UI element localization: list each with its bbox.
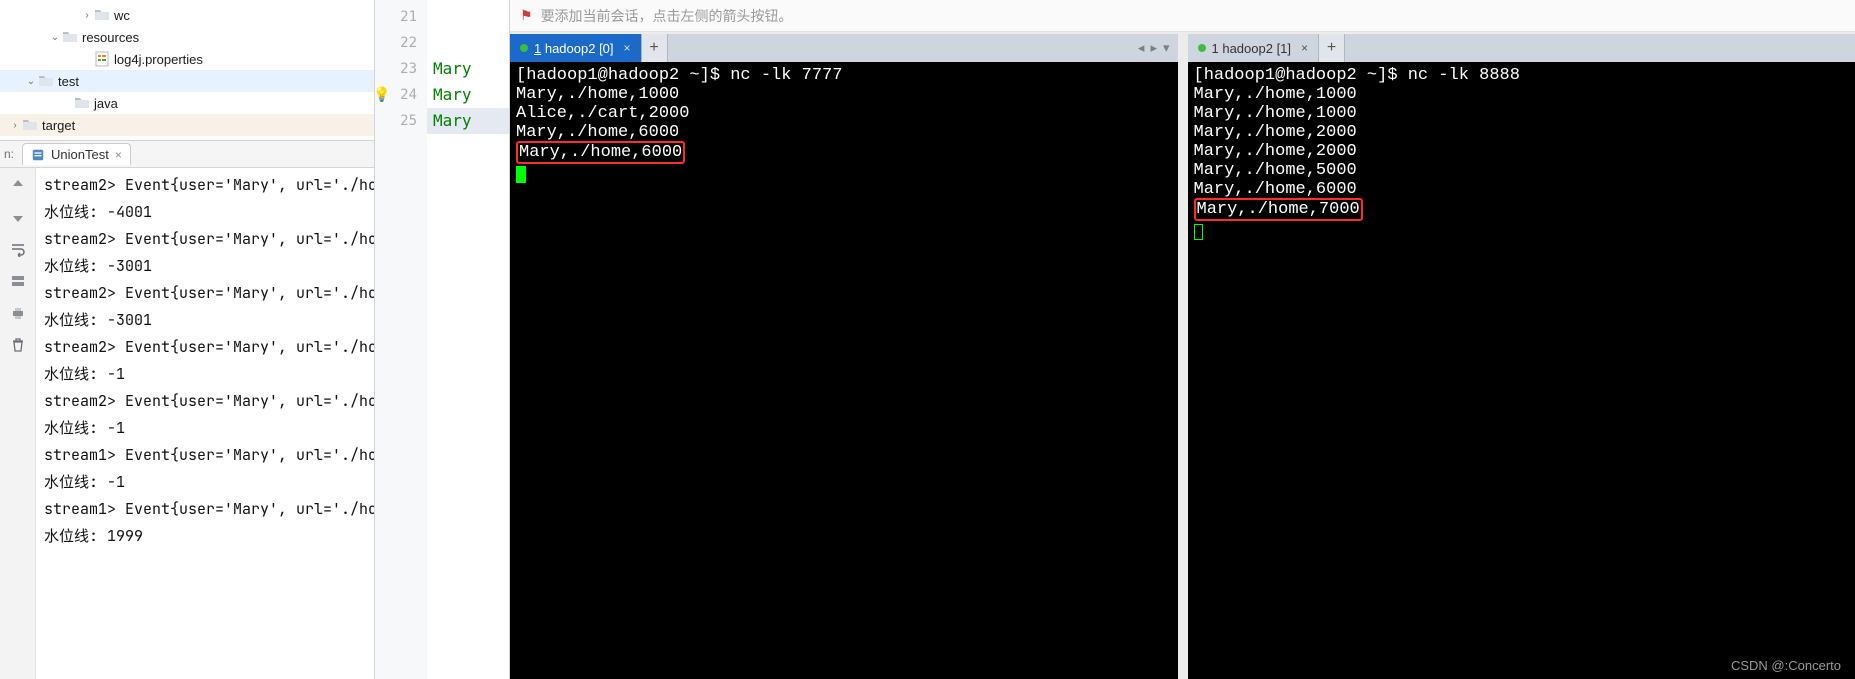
wrap-icon[interactable] <box>7 238 29 260</box>
tree-item-label: wc <box>114 8 130 23</box>
terminal-line: Mary,./home,5000 <box>1194 161 1850 180</box>
terminal-line: Mary,./home,2000 <box>1194 123 1850 142</box>
editor-text-sliver[interactable]: MaryMaryMary <box>427 0 509 679</box>
terminal-line: Mary,./home,1000 <box>516 85 1172 104</box>
tree-item-label: java <box>94 96 118 111</box>
terminal-pane: 1 hadoop2 [1]×+[hadoop1@hadoop2 ~]$ nc -… <box>1188 34 1855 679</box>
terminal-area: ⚑ 要添加当前会话，点击左侧的箭头按钮。 1 hadoop2 [0] × + ◂ ▸ ▾ [… <box>510 0 1855 679</box>
folder-icon <box>62 29 78 45</box>
terminal-tab-label: 1 hadoop2 [1] <box>1212 41 1292 56</box>
terminal-body[interactable]: [hadoop1@hadoop2 ~]$ nc -lk 8888Mary,./h… <box>1188 62 1855 679</box>
terminal-line: [hadoop1@hadoop2 ~]$ nc -lk 8888 <box>1194 66 1850 85</box>
terminal-pane: 1 hadoop2 [0] × + ◂ ▸ ▾ [hadoop1@hadoop2 ~]$ n… <box>510 34 1178 679</box>
properties-file-icon <box>94 51 110 67</box>
chevron-left-icon[interactable]: ◂ <box>1138 40 1145 56</box>
tree-item[interactable]: java <box>0 92 374 114</box>
tab-nav: ◂ ▸ ▾ <box>1130 34 1178 62</box>
chevron-right-icon[interactable]: ▸ <box>1150 40 1157 56</box>
terminal-line: Mary,./home,6000 <box>516 123 1172 142</box>
folder-icon <box>94 7 110 23</box>
tree-item-label: resources <box>82 30 139 45</box>
terminal-cursor-icon <box>1194 224 1203 240</box>
close-icon[interactable]: × <box>1301 41 1308 55</box>
gutter-line: 24💡 <box>375 82 417 108</box>
console-output[interactable]: stream2> Event{user='Mary', url='./home'… <box>36 168 374 679</box>
ide-left-panel: › wc ⌄ resources log4j.properties ⌄ test java › t… <box>0 0 375 679</box>
run-tab-strip: n: UnionTest × <box>0 140 374 168</box>
terminal-tab[interactable]: 1 hadoop2 [0] × <box>510 34 642 62</box>
project-tree[interactable]: › wc ⌄ resources log4j.properties ⌄ test java › t… <box>0 0 374 140</box>
terminal-line: Alice,./cart,2000 <box>516 104 1172 123</box>
terminal-line: Mary,./home,2000 <box>1194 142 1850 161</box>
tree-item[interactable]: › wc <box>0 4 374 26</box>
terminal-line-highlight: Mary,./home,6000 <box>516 142 1172 164</box>
terminal-line: Mary,./home,1000 <box>1194 104 1850 123</box>
terminal-line: [hadoop1@hadoop2 ~]$ nc -lk 7777 <box>516 66 1172 85</box>
tree-item-label: target <box>42 118 75 133</box>
tree-item-label: test <box>58 74 79 89</box>
lightbulb-icon[interactable]: 💡 <box>373 82 390 108</box>
run-tab-label: UnionTest <box>51 147 109 162</box>
gutter-line: 23 <box>375 56 417 82</box>
tree-twisty-icon[interactable]: ⌄ <box>24 76 38 87</box>
tree-twisty-icon[interactable]: ⌄ <box>48 32 62 43</box>
run-config-icon <box>31 148 45 162</box>
editor-line[interactable]: Mary <box>427 56 509 82</box>
print-icon[interactable] <box>7 302 29 324</box>
chevron-down-icon[interactable]: ▾ <box>1163 40 1170 56</box>
new-tab-button[interactable]: + <box>1319 34 1345 62</box>
terminal-body[interactable]: [hadoop1@hadoop2 ~]$ nc -lk 7777Mary,./h… <box>510 62 1178 679</box>
editor-line[interactable]: Mary <box>427 108 509 134</box>
terminal-tab-bar: 1 hadoop2 [0] × + ◂ ▸ ▾ <box>510 34 1178 62</box>
tree-item[interactable]: › target <box>0 114 374 136</box>
terminal-cursor-line <box>516 164 1172 183</box>
terminal-line-highlight: Mary,./home,7000 <box>1194 199 1850 221</box>
close-icon[interactable]: × <box>115 148 122 162</box>
editor-sliver: 21222324💡25 MaryMaryMary <box>375 0 510 679</box>
hint-bar: ⚑ 要添加当前会话，点击左侧的箭头按钮。 <box>510 0 1855 32</box>
folder-icon <box>74 95 90 111</box>
folder-icon <box>22 117 38 133</box>
gutter-line: 25 <box>375 108 417 134</box>
arrow-up-icon[interactable] <box>7 174 29 196</box>
status-dot-icon <box>520 44 528 52</box>
gutter-line: 21 <box>375 4 417 30</box>
folder-icon <box>38 73 54 89</box>
tree-twisty-icon[interactable]: › <box>80 10 94 21</box>
tree-twisty-icon[interactable]: › <box>8 120 22 131</box>
tree-item[interactable]: ⌄ test <box>0 70 374 92</box>
trash-icon[interactable] <box>7 334 29 356</box>
terminal-row: 1 hadoop2 [0] × + ◂ ▸ ▾ [hadoop1@hadoop2 ~]$ n… <box>510 32 1855 679</box>
close-icon[interactable]: × <box>624 41 631 55</box>
run-tab[interactable]: UnionTest × <box>22 143 131 165</box>
terminal-tab[interactable]: 1 hadoop2 [1] × <box>1188 34 1320 62</box>
hint-text: 要添加当前会话，点击左侧的箭头按钮。 <box>541 6 793 26</box>
terminal-line: Mary,./home,6000 <box>1194 180 1850 199</box>
tree-item[interactable]: log4j.properties <box>0 48 374 70</box>
terminal-tab-bar: 1 hadoop2 [1] × + <box>1188 34 1855 62</box>
editor-line[interactable]: Mary <box>427 82 509 108</box>
layout-icon[interactable] <box>7 270 29 292</box>
run-prefix: n: <box>4 147 14 161</box>
editor-gutter: 21222324💡25 <box>375 0 427 679</box>
terminal-cursor-line <box>1194 221 1850 240</box>
console-wrap: stream2> Event{user='Mary', url='./home'… <box>0 168 374 679</box>
console-toolbar <box>0 168 36 679</box>
tree-item[interactable]: ⌄ resources <box>0 26 374 48</box>
gutter-line: 22 <box>375 30 417 56</box>
terminal-tab-label: 1 hadoop2 [0] <box>534 41 614 56</box>
terminal-cursor-icon <box>516 166 526 183</box>
new-tab-button[interactable]: + <box>642 34 668 62</box>
tree-item-label: log4j.properties <box>114 52 203 67</box>
terminal-line: Mary,./home,1000 <box>1194 85 1850 104</box>
arrow-down-icon[interactable] <box>7 206 29 228</box>
status-dot-icon <box>1198 44 1206 52</box>
flag-icon: ⚑ <box>520 7 533 24</box>
